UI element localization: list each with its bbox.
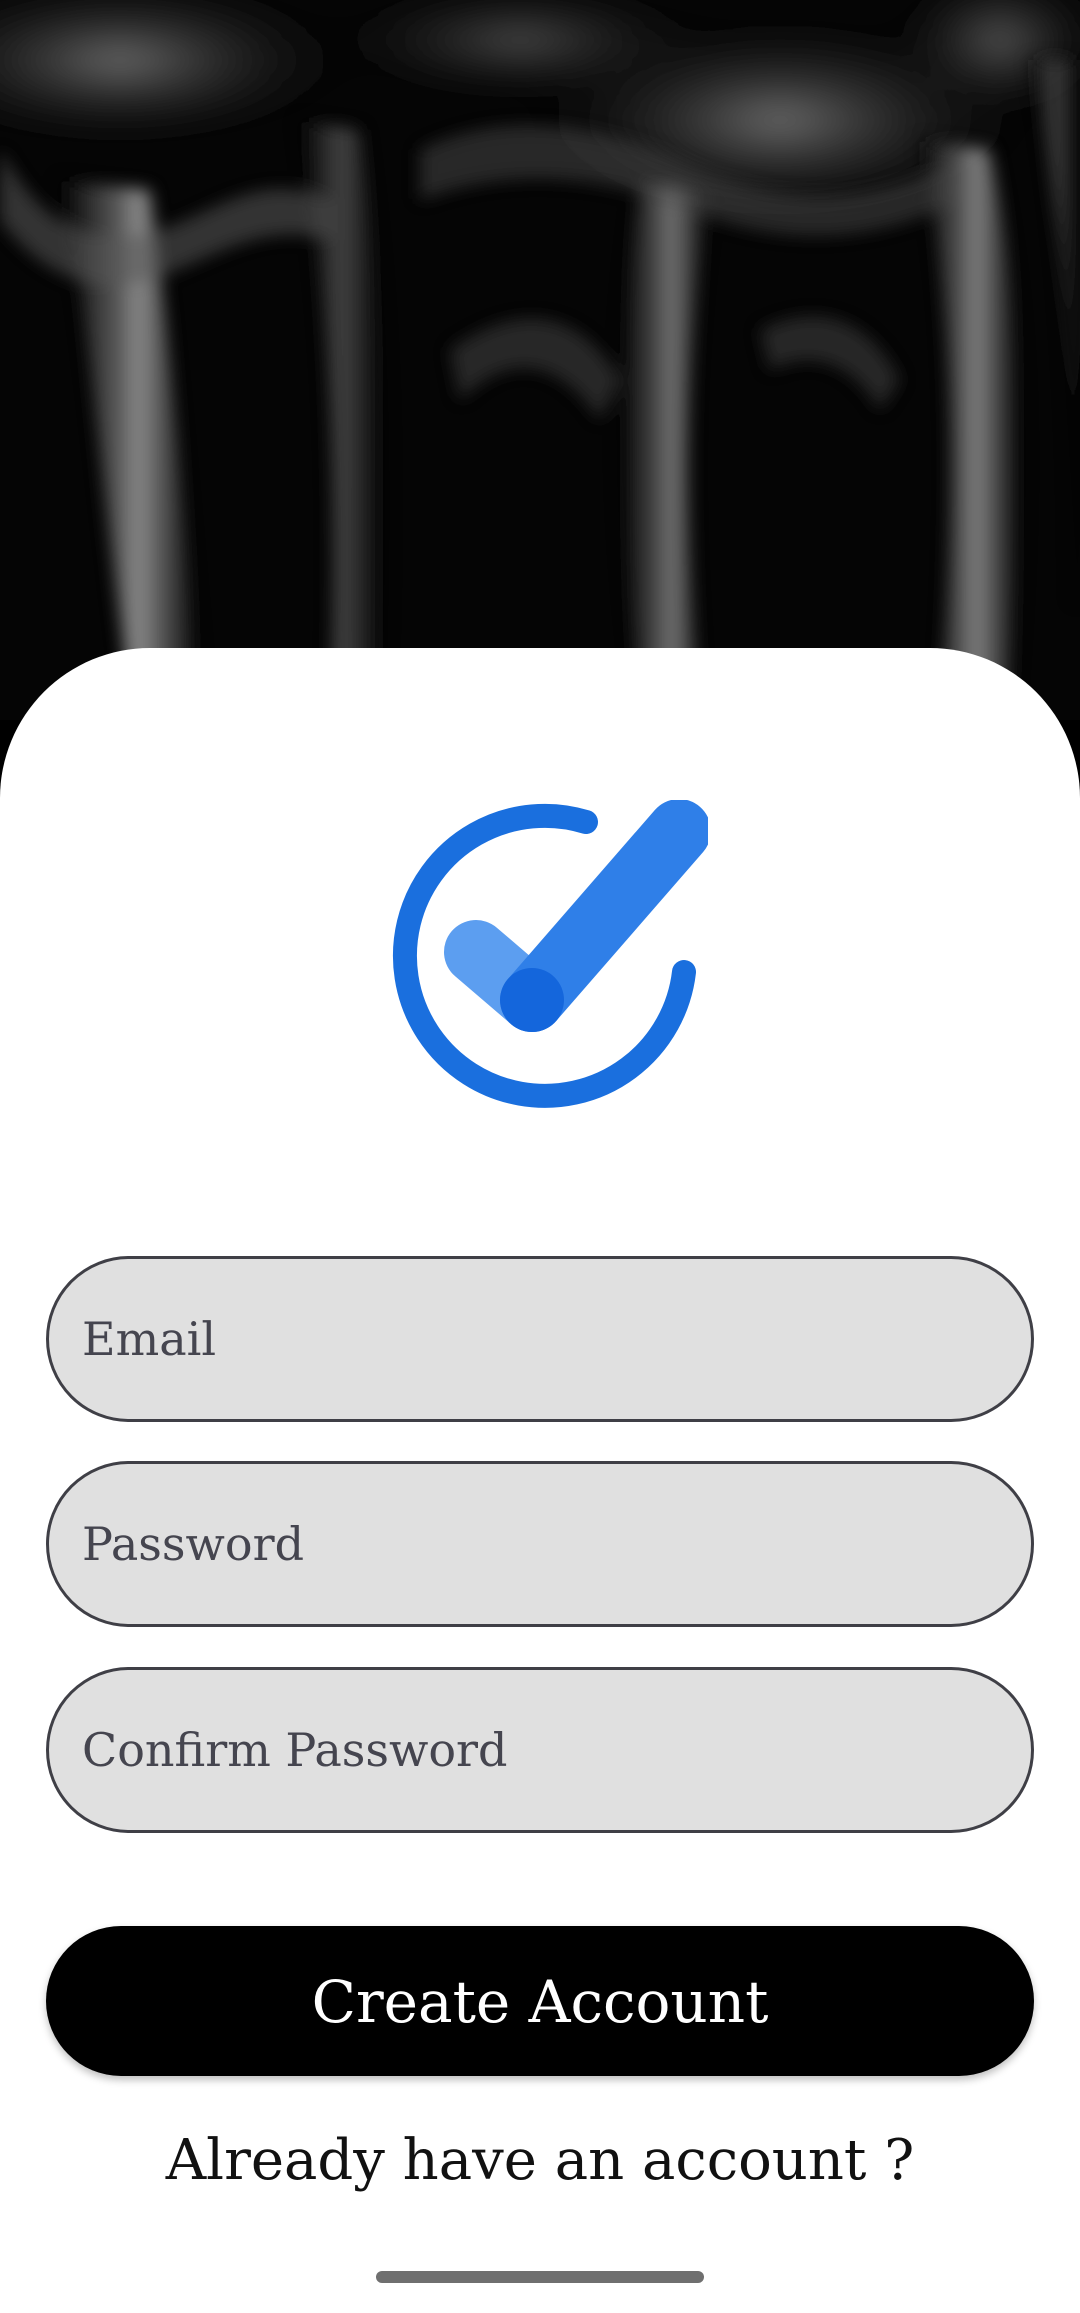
email-input[interactable] — [49, 1259, 1031, 1419]
sign-in-link[interactable]: Already have an account ? — [0, 2128, 1080, 2193]
home-indicator[interactable] — [376, 2271, 704, 2283]
password-input[interactable] — [49, 1464, 1031, 1624]
email-field[interactable] — [46, 1256, 1034, 1422]
silk-fabric-background — [0, 0, 1080, 720]
checkmark-circle-logo-icon — [392, 800, 708, 1108]
create-account-button[interactable]: Create Account — [46, 1926, 1034, 2076]
confirm-password-field[interactable] — [46, 1667, 1034, 1833]
password-field[interactable] — [46, 1461, 1034, 1627]
hero-image — [0, 0, 1080, 720]
confirm-password-input[interactable] — [49, 1670, 1031, 1830]
app-logo — [372, 800, 708, 1136]
